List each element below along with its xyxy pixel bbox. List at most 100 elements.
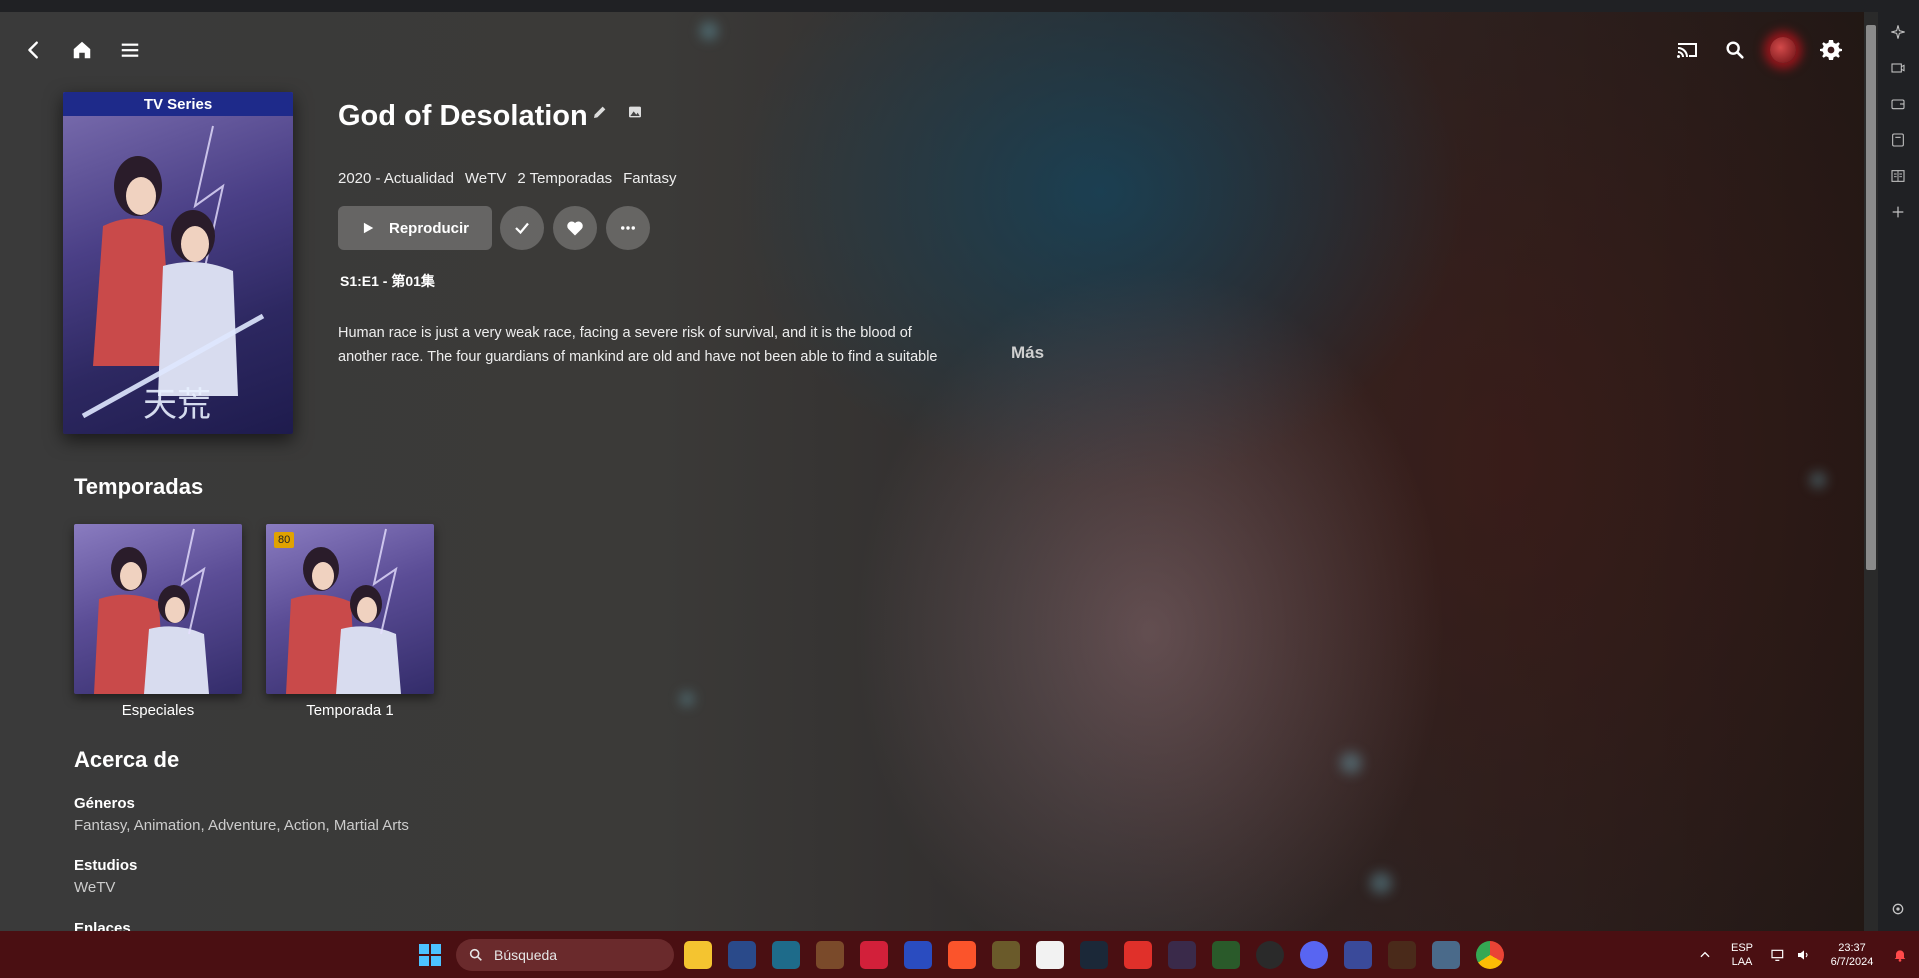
home-button[interactable] xyxy=(66,34,98,66)
sidebar-reading-list-button[interactable] xyxy=(1888,166,1908,186)
meta-genre: Fantasy xyxy=(623,170,677,187)
discord-icon[interactable] xyxy=(1300,941,1328,969)
poster-banner: TV Series xyxy=(63,92,293,116)
sidebar-wallet-button[interactable] xyxy=(1888,58,1908,78)
links-label: Enlaces xyxy=(74,920,131,931)
background-bokeh xyxy=(680,692,694,706)
genres-value[interactable]: Fantasy, Animation, Adventure, Action, M… xyxy=(74,817,409,834)
browser-tab-strip xyxy=(0,0,1919,12)
search-icon xyxy=(1726,41,1744,59)
app-icon[interactable] xyxy=(1168,941,1196,969)
bell-icon xyxy=(1894,950,1906,962)
pencil-icon xyxy=(594,106,606,118)
favorite-button[interactable] xyxy=(553,206,597,250)
menu-button[interactable] xyxy=(114,34,146,66)
user-avatar-button[interactable] xyxy=(1767,34,1799,66)
start-button[interactable] xyxy=(416,941,444,969)
app-icon[interactable] xyxy=(1036,941,1064,969)
network-icon[interactable] xyxy=(1764,941,1792,969)
settings-button[interactable] xyxy=(1815,34,1847,66)
unwatched-count-badge: 80 xyxy=(274,532,295,548)
taskbar-search[interactable]: Búsqueda xyxy=(456,939,674,971)
cast-icon xyxy=(1677,43,1697,58)
app-icon[interactable] xyxy=(1344,941,1372,969)
series-description: Human race is just a very weak race, fac… xyxy=(338,321,990,369)
app-icon[interactable] xyxy=(992,941,1020,969)
more-description-button[interactable]: Más xyxy=(1011,343,1044,363)
more-options-button[interactable] xyxy=(606,206,650,250)
app-icon[interactable] xyxy=(1432,941,1460,969)
studios-value[interactable]: WeTV xyxy=(74,879,115,896)
video-icon xyxy=(1891,63,1905,73)
description-line: Human race is just a very weak race, fac… xyxy=(338,325,912,341)
checkmark-icon xyxy=(515,222,529,235)
play-button[interactable]: Reproducir xyxy=(338,206,492,250)
brave-browser-icon[interactable] xyxy=(948,941,976,969)
windows-taskbar: Búsqueda ESP LAA 23:37 6/7/2024 xyxy=(0,931,1919,978)
edit-images-button[interactable] xyxy=(619,96,651,128)
browser-sidebar xyxy=(1878,12,1919,931)
show-hidden-icons-button[interactable] xyxy=(1691,941,1719,969)
season-card-specials[interactable] xyxy=(74,524,242,694)
volume-icon[interactable] xyxy=(1790,941,1818,969)
search-button[interactable] xyxy=(1719,34,1751,66)
autocad-icon[interactable] xyxy=(860,941,888,969)
app-icon[interactable] xyxy=(1212,941,1240,969)
sidebar-leo-button[interactable] xyxy=(1888,22,1908,42)
about-heading: Acerca de xyxy=(74,747,180,772)
plus-icon xyxy=(1892,206,1904,218)
sidebar-wallet-button[interactable] xyxy=(1888,94,1908,114)
back-button[interactable] xyxy=(18,34,50,66)
mark-played-button[interactable] xyxy=(500,206,544,250)
sparkle-icon xyxy=(1891,25,1905,39)
taskbar-search-placeholder: Búsqueda xyxy=(494,947,558,963)
app-icon[interactable] xyxy=(1124,941,1152,969)
network-icon-glyph xyxy=(1771,949,1784,961)
reading-list-icon xyxy=(1891,170,1905,182)
windows-logo-icon xyxy=(419,944,441,966)
background-bokeh xyxy=(1810,472,1826,488)
season-artwork xyxy=(94,528,209,694)
play-icon xyxy=(363,222,374,234)
series-poster: TV Series 天荒 xyxy=(63,92,293,434)
obs-icon[interactable] xyxy=(1256,941,1284,969)
steam-icon[interactable] xyxy=(1080,941,1108,969)
edit-metadata-button[interactable] xyxy=(584,96,616,128)
scrollbar-thumb[interactable] xyxy=(1866,25,1876,570)
cast-button[interactable] xyxy=(1671,34,1703,66)
user-avatar xyxy=(1770,37,1796,63)
chevron-up-icon xyxy=(1700,951,1710,958)
notifications-button[interactable] xyxy=(1886,941,1914,969)
background-bokeh xyxy=(700,22,718,40)
gear-icon xyxy=(1892,903,1904,915)
heart-icon xyxy=(567,221,583,236)
gear-icon xyxy=(1820,40,1842,60)
meta-years: 2020 - Actualidad xyxy=(338,170,454,187)
app-icon[interactable] xyxy=(1388,941,1416,969)
sidebar-settings-button[interactable] xyxy=(1888,899,1908,919)
sidebar-bookmarks-button[interactable] xyxy=(1888,130,1908,150)
play-button-label: Reproducir xyxy=(388,219,469,237)
app-icon[interactable] xyxy=(816,941,844,969)
app-icon[interactable] xyxy=(772,941,800,969)
language-code: ESP xyxy=(1730,942,1753,954)
seasons-heading: Temporadas xyxy=(74,474,204,499)
app-icon[interactable] xyxy=(728,941,756,969)
keyboard-layout: LAA xyxy=(1731,956,1753,968)
input-language[interactable]: ESP LAA xyxy=(1728,941,1756,969)
background-bokeh xyxy=(1370,872,1392,894)
revit-icon[interactable] xyxy=(904,941,932,969)
background-bokeh xyxy=(1340,752,1362,774)
description-line: another race. The four guardians of mank… xyxy=(338,349,938,365)
chrome-icon[interactable] xyxy=(1476,941,1504,969)
season-label[interactable]: Especiales xyxy=(74,702,242,719)
season-card-1[interactable]: 80 xyxy=(266,524,434,694)
file-explorer-icon[interactable] xyxy=(684,941,712,969)
svg-text:天荒: 天荒 xyxy=(143,385,211,425)
home-icon xyxy=(73,41,91,59)
season-label[interactable]: Temporada 1 xyxy=(266,702,434,719)
sidebar-add-button[interactable] xyxy=(1888,202,1908,222)
next-episode-link[interactable]: S1:E1 - 第01集 xyxy=(340,271,435,291)
arrow-left-icon xyxy=(28,41,38,59)
clock[interactable]: 23:37 6/7/2024 xyxy=(1820,941,1884,969)
